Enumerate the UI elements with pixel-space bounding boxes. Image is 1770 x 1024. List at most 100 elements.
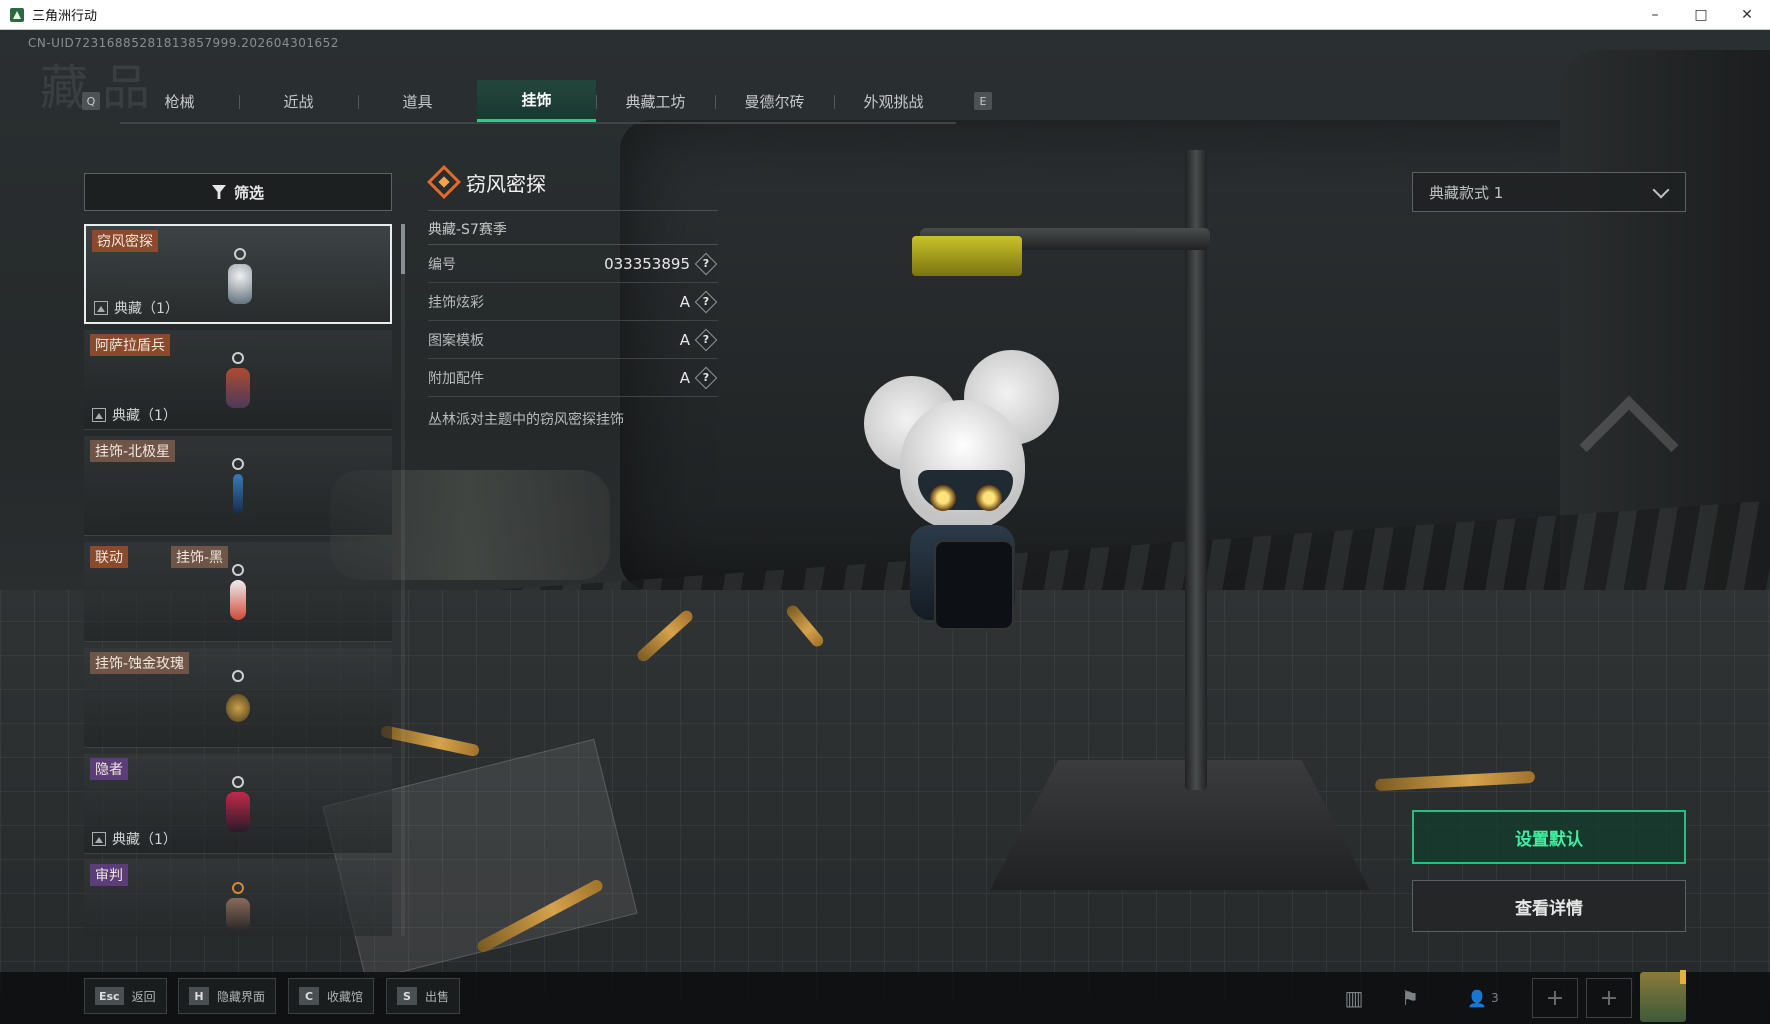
collection-hall-hint-button[interactable]: C 收藏馆: [288, 978, 375, 1014]
hint-label: 返回: [131, 989, 156, 1004]
attr-row-accessory: 附加配件 A ?: [428, 359, 718, 397]
tab-appearance-challenge[interactable]: 外观挑战: [834, 80, 953, 122]
item-name-tag: 隐者: [90, 758, 128, 780]
item-title-row: 窃风密探: [427, 162, 718, 202]
style-select-value: 典藏款式 1: [1429, 183, 1504, 202]
sell-hint-button[interactable]: S 出售: [386, 978, 461, 1014]
key-h: H: [189, 987, 209, 1005]
style-select-dropdown[interactable]: 典藏款式 1: [1412, 172, 1686, 212]
charm-thumbnail: [220, 776, 256, 838]
charm-thumbnail: [220, 670, 256, 732]
charm-eye: [930, 485, 956, 511]
chevron-down-icon: [1652, 181, 1670, 199]
attr-label: 图案模板: [428, 332, 484, 349]
item-name-tag: 审判: [90, 864, 128, 886]
attr-value: A: [679, 368, 690, 387]
tab-prev-key-hint[interactable]: Q: [82, 92, 100, 110]
stats-icon[interactable]: ▥: [1336, 984, 1372, 1012]
list-item[interactable]: 审判: [84, 860, 392, 936]
filter-icon: [211, 185, 226, 199]
item-collab-tag: 联动: [90, 546, 128, 568]
set-default-button[interactable]: 设置默认: [1412, 810, 1686, 864]
collection-icon: [92, 408, 106, 422]
tab-mandel-brick[interactable]: 曼德尔砖: [715, 80, 834, 122]
key-s: S: [397, 987, 417, 1005]
attr-value: 033353895: [604, 254, 690, 273]
maximize-button[interactable]: □: [1678, 0, 1724, 30]
charm-eye: [976, 485, 1002, 511]
list-item[interactable]: 联动 挂饰-黑: [84, 542, 392, 642]
category-tabs: 枪械 近战 道具 挂饰 典藏工坊 曼德尔砖 外观挑战: [120, 80, 956, 124]
charm-shield: [934, 540, 1014, 630]
squad-icon[interactable]: 👤 3: [1460, 984, 1506, 1012]
hide-ui-hint-button[interactable]: H 隐藏界面: [178, 978, 277, 1014]
window-title: 三角洲行动: [32, 9, 98, 24]
collection-count: 典藏（1）: [92, 829, 177, 849]
collection-icon: [94, 301, 108, 315]
squad-count: 3: [1491, 991, 1499, 1005]
help-icon[interactable]: ?: [694, 252, 718, 275]
item-name: 窃风密探: [466, 171, 546, 196]
flag-icon[interactable]: ⚑: [1392, 984, 1428, 1012]
hint-label: 收藏馆: [327, 989, 364, 1004]
minimize-button[interactable]: –: [1632, 0, 1678, 30]
tab-collection-workshop[interactable]: 典藏工坊: [596, 80, 715, 122]
tab-melee[interactable]: 近战: [239, 80, 358, 122]
list-item[interactable]: 挂饰-北极星: [84, 436, 392, 536]
attr-label: 附加配件: [428, 370, 484, 387]
tab-props[interactable]: 道具: [358, 80, 477, 122]
charm-thumbnail: [220, 564, 256, 626]
list-scrollbar-thumb[interactable]: [401, 224, 405, 274]
add-slot-button[interactable]: +: [1532, 978, 1578, 1018]
charm-thumbnail: [220, 458, 256, 520]
hint-label: 隐藏界面: [217, 989, 266, 1004]
help-icon[interactable]: ?: [694, 328, 718, 351]
charm-head: [900, 400, 1025, 530]
attr-row-serial: 编号 033353895 ?: [428, 245, 718, 283]
notification-badge: [1680, 970, 1686, 984]
view-details-button[interactable]: 查看详情: [1412, 880, 1686, 932]
list-item[interactable]: 阿萨拉盾兵 典藏（1）: [84, 330, 392, 430]
key-esc: Esc: [95, 987, 124, 1005]
charm-thumbnail: [220, 352, 256, 414]
item-name-tag: 挂饰-蚀金玫瑰: [90, 652, 190, 674]
attr-value: A: [679, 292, 690, 311]
list-item[interactable]: 挂饰-蚀金玫瑰: [84, 648, 392, 748]
back-hint-button[interactable]: Esc 返回: [84, 978, 167, 1014]
window-controls: – □ ✕: [1632, 0, 1770, 30]
charm-thumbnail: [222, 248, 258, 310]
collection-count: 典藏（1）: [92, 405, 177, 425]
key-c: C: [299, 987, 319, 1005]
charm-thumbnail: [220, 882, 256, 936]
item-name-tag: 窃风密探: [92, 230, 158, 252]
item-description: 丛林派对主题中的窃风密探挂饰: [428, 412, 624, 428]
app-logo-icon: [10, 7, 24, 22]
attr-row-pattern-template: 图案模板 A ?: [428, 321, 718, 359]
tab-firearms[interactable]: 枪械: [120, 80, 239, 122]
charm-list: 窃风密探 典藏（1） 阿萨拉盾兵 典藏（1） 挂饰-北极星 联动 挂饰-黑 挂饰…: [84, 224, 392, 936]
attr-value: A: [679, 330, 690, 349]
display-stand-clamp: [912, 236, 1022, 276]
item-season: 典藏-S7赛季: [428, 215, 718, 245]
item-name-tag: 阿萨拉盾兵: [90, 334, 170, 356]
list-item[interactable]: 窃风密探 典藏（1）: [84, 224, 392, 324]
item-name-tag: 挂饰-北极星: [90, 440, 176, 462]
attr-label: 挂饰炫彩: [428, 294, 484, 311]
tab-charms[interactable]: 挂饰: [477, 80, 596, 122]
charm-model-preview[interactable]: [860, 330, 1060, 640]
filter-label: 筛选: [233, 183, 264, 202]
collection-icon: [92, 832, 106, 846]
attr-row-charm-color: 挂饰炫彩 A ?: [428, 283, 718, 321]
help-icon[interactable]: ?: [694, 366, 718, 389]
help-icon[interactable]: ?: [694, 290, 718, 313]
close-button[interactable]: ✕: [1724, 0, 1770, 30]
list-scrollbar[interactable]: [401, 224, 405, 936]
list-item[interactable]: 隐者 典藏（1）: [84, 754, 392, 854]
window-titlebar: 三角洲行动 – □ ✕: [0, 0, 1770, 30]
collection-count: 典藏（1）: [94, 298, 179, 318]
attr-label: 编号: [428, 256, 456, 273]
add-slot-button[interactable]: +: [1586, 978, 1632, 1018]
filter-button[interactable]: 筛选: [84, 173, 392, 211]
tab-next-key-hint[interactable]: E: [974, 92, 992, 110]
divider: [428, 210, 718, 211]
